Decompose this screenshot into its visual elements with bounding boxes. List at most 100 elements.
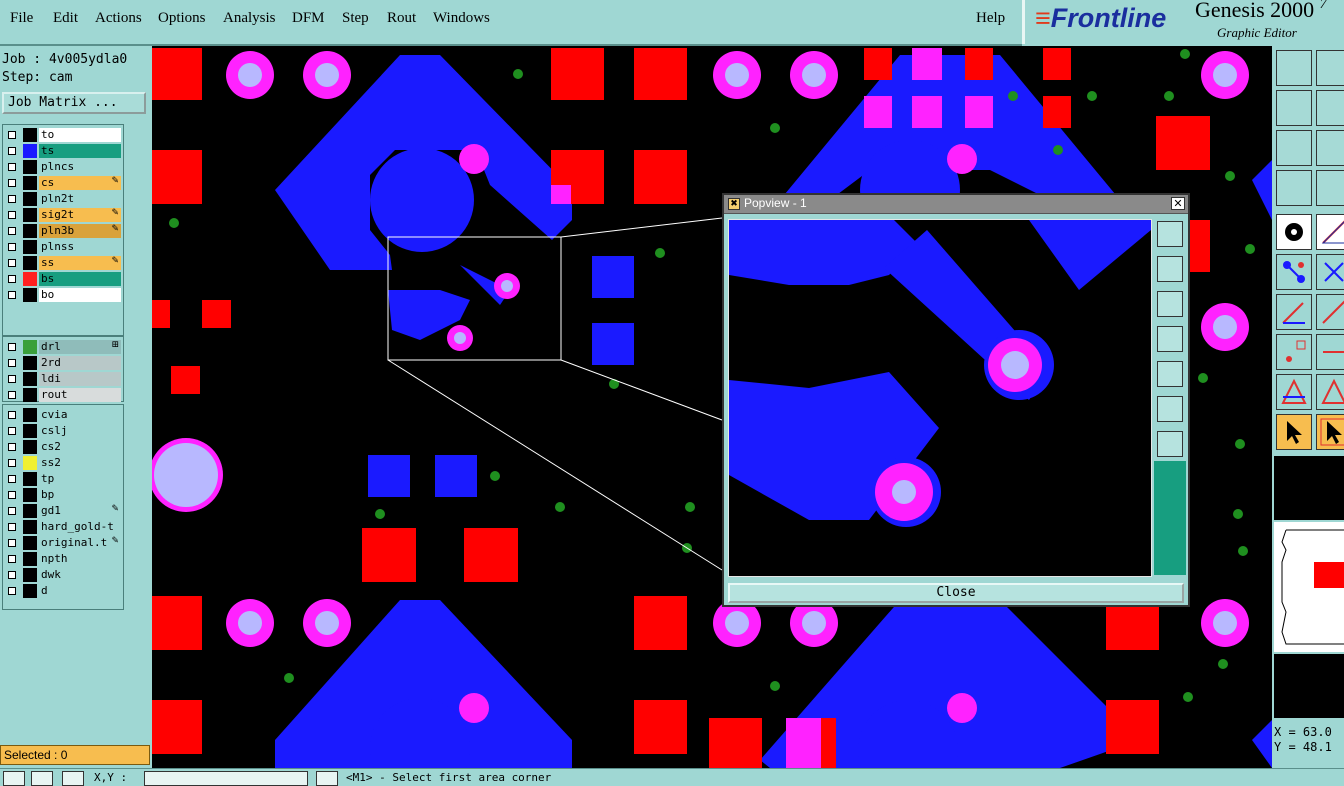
layer-row-dwk[interactable]: dwk [3, 567, 123, 583]
status-separator-button[interactable] [316, 771, 338, 786]
layer-color-swatch[interactable] [23, 504, 37, 518]
layer-name[interactable]: rout [39, 388, 121, 402]
layer-row-bs[interactable]: bs [3, 271, 123, 287]
popview-pan-down-button[interactable] [1157, 291, 1183, 317]
layer-name[interactable]: d [39, 584, 121, 598]
layer-name[interactable]: ss [39, 256, 121, 270]
layer-color-swatch[interactable] [23, 488, 37, 502]
layer-name[interactable]: bs [39, 272, 121, 286]
layer-row-ss2[interactable]: ss2 [3, 455, 123, 471]
layer-checkbox[interactable] [8, 147, 16, 155]
layer-row-gd1[interactable]: gd1 ✎ [3, 503, 123, 519]
layer-name[interactable]: dwk [39, 568, 121, 582]
layer-row-d[interactable]: d [3, 583, 123, 599]
layer-color-swatch[interactable] [23, 224, 37, 238]
layer-row-ldi[interactable]: ldi [3, 371, 123, 387]
status-button-1[interactable] [3, 771, 25, 786]
triangle-tool-button[interactable] [1276, 374, 1312, 410]
layer-checkbox[interactable] [8, 475, 16, 483]
pan-left-tool-button[interactable] [1276, 90, 1312, 126]
layer-color-swatch[interactable] [23, 408, 37, 422]
pad-tool-button[interactable] [1276, 214, 1312, 250]
layer-row-sig2t[interactable]: sig2t ✎ [3, 207, 123, 223]
layer-checkbox[interactable] [8, 195, 16, 203]
layer-color-swatch[interactable] [23, 440, 37, 454]
layer-color-swatch[interactable] [23, 240, 37, 254]
layer-checkbox[interactable] [8, 227, 16, 235]
snap-tool-button[interactable] [1276, 170, 1312, 206]
layer-row-pln3b[interactable]: pln3b ✎ [3, 223, 123, 239]
layer-name[interactable]: hard_gold-t [39, 520, 121, 534]
layer-name[interactable]: pln3b [39, 224, 121, 238]
add-pad-tool-button[interactable] [1276, 334, 1312, 370]
menu-help[interactable]: Help [976, 10, 1005, 27]
layer-row-cslj[interactable]: cslj [3, 423, 123, 439]
popview-pan-up-button[interactable] [1157, 256, 1183, 282]
layer-color-swatch[interactable] [23, 340, 37, 354]
layer-checkbox[interactable] [8, 359, 16, 367]
area-select-tool-button[interactable] [1316, 414, 1344, 450]
layer-color-swatch[interactable] [23, 424, 37, 438]
layer-row-drl[interactable]: drl ⊞ [3, 339, 123, 355]
layer-name[interactable]: sig2t [39, 208, 121, 222]
layer-checkbox[interactable] [8, 259, 16, 267]
layer-name[interactable]: npth [39, 552, 121, 566]
layer-row-pln2t[interactable]: pln2t [3, 191, 123, 207]
layer-row-cs[interactable]: cs ✎ [3, 175, 123, 191]
layer-row-to[interactable]: to [3, 127, 123, 143]
menu-step[interactable]: Step [342, 10, 369, 27]
layer-color-swatch[interactable] [23, 176, 37, 190]
popview-pan-left-button[interactable] [1157, 326, 1183, 352]
layer-row-rout[interactable]: rout [3, 387, 123, 403]
popview-close-button[interactable]: Close [728, 583, 1184, 603]
menu-file[interactable]: File [10, 10, 33, 27]
layer-name[interactable]: bo [39, 288, 121, 302]
menu-edit[interactable]: Edit [53, 10, 78, 27]
layer-checkbox[interactable] [8, 443, 16, 451]
layer-color-swatch[interactable] [23, 456, 37, 470]
window-menu-icon[interactable]: ✖ [728, 198, 740, 210]
layer-name[interactable]: cslj [39, 424, 121, 438]
zoom-home-tool-button[interactable] [1276, 130, 1312, 166]
layer-checkbox[interactable] [8, 291, 16, 299]
job-matrix-button[interactable]: Job Matrix ... [2, 92, 146, 114]
layer-color-swatch[interactable] [23, 144, 37, 158]
layer-row-plncs[interactable]: plncs [3, 159, 123, 175]
layer-name[interactable]: cvia [39, 408, 121, 422]
layer-checkbox[interactable] [8, 427, 16, 435]
popview-pan-right-button[interactable] [1157, 361, 1183, 387]
layer-name[interactable]: 2rd [39, 356, 121, 370]
menu-rout[interactable]: Rout [387, 10, 416, 27]
slash-tool-button[interactable] [1276, 294, 1312, 330]
popview-zoom-out-button[interactable] [1157, 396, 1183, 422]
pan-right-tool-button[interactable] [1316, 50, 1344, 86]
angle-tool-button[interactable] [1316, 294, 1344, 330]
grid-tool-button[interactable] [1316, 170, 1344, 206]
mini-map[interactable] [1274, 522, 1344, 652]
popview-canvas[interactable] [728, 219, 1152, 577]
menu-analysis[interactable]: Analysis [223, 10, 276, 27]
close-icon[interactable]: ✕ [1171, 197, 1185, 210]
layer-row-plnss[interactable]: plnss [3, 239, 123, 255]
layer-color-swatch[interactable] [23, 288, 37, 302]
layer-color-swatch[interactable] [23, 472, 37, 486]
status-button-3[interactable] [62, 771, 84, 786]
layer-name[interactable]: to [39, 128, 121, 142]
layer-color-swatch[interactable] [23, 128, 37, 142]
layer-name[interactable]: plncs [39, 160, 121, 174]
layer-checkbox[interactable] [8, 243, 16, 251]
status-check-button[interactable] [31, 771, 53, 786]
connect-tool-button[interactable] [1276, 254, 1312, 290]
layer-checkbox[interactable] [8, 163, 16, 171]
layer-name[interactable]: tp [39, 472, 121, 486]
hline-tool-button[interactable] [1316, 334, 1344, 370]
layer-name[interactable]: gd1 [39, 504, 121, 518]
layer-row-hard-gold-t[interactable]: hard_gold-t [3, 519, 123, 535]
layer-name[interactable]: ldi [39, 372, 121, 386]
layer-checkbox[interactable] [8, 571, 16, 579]
layer-color-swatch[interactable] [23, 208, 37, 222]
layer-row-tp[interactable]: tp [3, 471, 123, 487]
layer-name[interactable]: drl [39, 340, 121, 354]
pan-down-tool-button[interactable] [1316, 90, 1344, 126]
zoom-fit-tool-button[interactable] [1316, 130, 1344, 166]
